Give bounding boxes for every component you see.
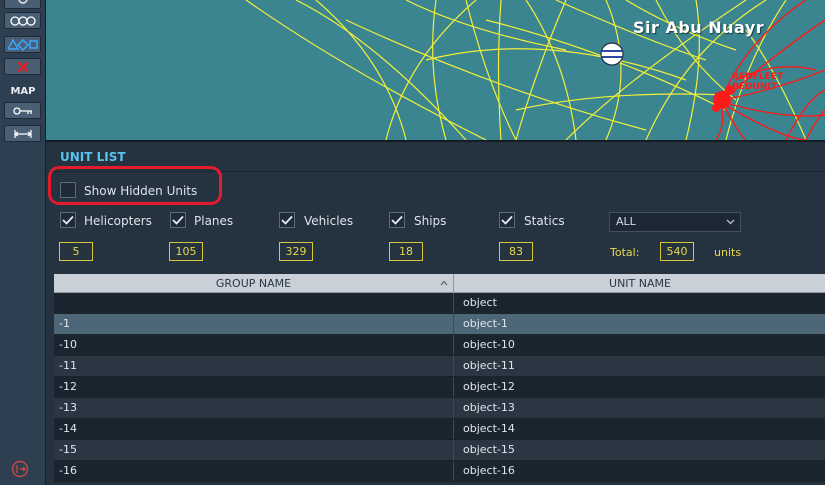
unit-list-panel: UNIT LIST Show Hidden Units Helicopters … <box>46 140 825 485</box>
vehicles-checkbox[interactable] <box>279 212 295 228</box>
vehicles-count: 329 <box>279 242 313 261</box>
delete-icon[interactable] <box>4 58 41 75</box>
panel-title: UNIT LIST <box>60 150 126 164</box>
group-name-cell: -12 <box>54 377 454 397</box>
ships-checkbox[interactable] <box>389 212 405 228</box>
table-row[interactable]: -11 object-11 <box>54 356 825 377</box>
total-count: 540 <box>660 242 694 261</box>
ruler-icon[interactable] <box>4 125 41 142</box>
group-name-cell: -10 <box>54 335 454 355</box>
helicopters-count: 5 <box>59 242 93 261</box>
table-row-selected[interactable]: -1 object-1 <box>54 314 825 335</box>
unit-table: GROUP NAME UNIT NAME object -1 object-1 … <box>54 274 825 482</box>
circle-icon[interactable] <box>4 0 41 9</box>
chevron-down-icon <box>726 219 735 225</box>
table-header: GROUP NAME UNIT NAME <box>54 274 825 293</box>
planes-checkbox[interactable] <box>170 212 186 228</box>
exit-icon[interactable] <box>11 460 29 478</box>
show-hidden-checkbox[interactable] <box>60 182 76 198</box>
map-section-label: MAP <box>10 86 36 97</box>
group-name-cell: -11 <box>54 356 454 376</box>
shapes-icon[interactable] <box>4 36 41 53</box>
total-label: Total: <box>610 246 640 259</box>
vehicles-label: Vehicles <box>304 214 354 228</box>
table-row[interactable]: -15 object-15 <box>54 440 825 461</box>
table-row[interactable]: object <box>54 293 825 314</box>
table-row[interactable]: -10 object-10 <box>54 335 825 356</box>
ships-label: Ships <box>414 214 447 228</box>
unit-name-cell: object-13 <box>463 401 515 414</box>
unit-name-cell: object-16 <box>463 464 515 477</box>
statics-checkbox[interactable] <box>499 212 515 228</box>
ships-count: 18 <box>389 242 423 261</box>
three-circles-icon[interactable] <box>4 12 41 29</box>
group-name-cell <box>54 293 454 313</box>
unit-name-cell: object-15 <box>463 443 515 456</box>
unit-name-cell: object-1 <box>463 317 508 330</box>
unit-name-cell: object-11 <box>463 359 515 372</box>
units-label: units <box>714 246 742 259</box>
table-row[interactable]: -14 object-14 <box>54 419 825 440</box>
map-place-label: Sir Abu Nuayr <box>633 18 765 37</box>
group-name-cell: -15 <box>54 440 454 460</box>
helicopters-label: Helicopters <box>84 214 152 228</box>
column-header-group-name[interactable]: GROUP NAME <box>54 274 454 293</box>
statics-label: Statics <box>524 214 565 228</box>
group-name-cell: -13 <box>54 398 454 418</box>
map-view[interactable]: Sir Abu Nuayr REDFLEET REDUNIT <box>46 0 825 140</box>
group-name-cell: -14 <box>54 419 454 439</box>
unit-name-cell: object-10 <box>463 338 515 351</box>
red-unit-label: REDFLEET <box>732 72 783 82</box>
table-row[interactable]: -13 object-13 <box>54 398 825 419</box>
left-toolbar: MAP <box>0 0 46 485</box>
table-row[interactable]: -16 object-16 <box>54 461 825 482</box>
coalition-select[interactable]: ALL <box>609 212 741 232</box>
statics-count: 83 <box>499 242 533 261</box>
planes-label: Planes <box>194 214 234 228</box>
unit-name-cell: object-14 <box>463 422 515 435</box>
column-header-unit-name[interactable]: UNIT NAME <box>455 274 825 293</box>
show-hidden-label: Show Hidden Units <box>84 184 198 198</box>
planes-count: 105 <box>169 242 203 261</box>
key-icon[interactable] <box>4 102 41 119</box>
red-unit-label: REDUNIT <box>732 82 777 92</box>
group-name-cell: -1 <box>54 314 454 334</box>
red-unit-labels: REDFLEET REDUNIT <box>732 72 783 92</box>
unit-name-cell: object <box>463 296 497 309</box>
table-row[interactable]: -12 object-12 <box>54 377 825 398</box>
group-name-cell: -16 <box>54 461 454 481</box>
coalition-select-value: ALL <box>616 215 636 228</box>
unit-name-cell: object-12 <box>463 380 515 393</box>
sort-ascending-icon <box>440 280 448 286</box>
helicopters-checkbox[interactable] <box>60 212 76 228</box>
